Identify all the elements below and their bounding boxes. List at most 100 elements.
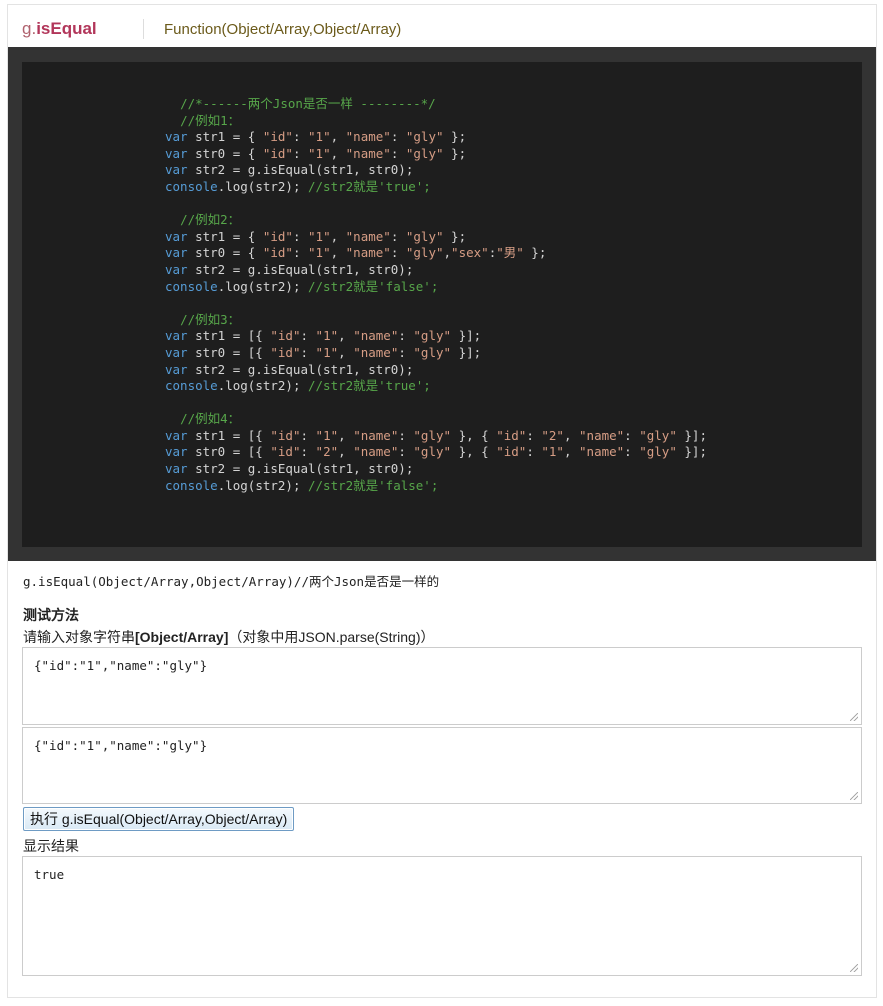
method-panel: g.isEqual Function(Object/Array,Object/A…: [7, 4, 877, 998]
code-line: var str2 = g.isEqual(str1, str0);: [165, 362, 707, 379]
code-token: "id": [270, 328, 301, 344]
code-token: ,: [330, 129, 346, 145]
code-token: }];: [451, 328, 482, 344]
code-token: str1 = {: [187, 129, 263, 145]
code-token: "name": [579, 444, 625, 460]
code-token: "gly": [413, 444, 452, 460]
object-input-2[interactable]: {"id":"1","name":"gly"}: [22, 727, 862, 804]
code-token: ,: [330, 145, 346, 161]
code-token: var: [165, 328, 188, 344]
code-line: var str0 = { "id": "1", "name": "gly","s…: [165, 245, 707, 262]
code-token: "2": [315, 444, 339, 460]
code-token: str1 = [{: [187, 328, 271, 344]
run-button[interactable]: 执行 g.isEqual(Object/Array,Object/Array): [23, 807, 295, 831]
code-line: //例如2：: [165, 212, 707, 229]
code-token: ,: [338, 444, 354, 460]
code-token: str0 = [{: [187, 344, 271, 360]
code-token: "1": [308, 245, 331, 261]
code-line: var str2 = g.isEqual(str1, str0);: [165, 262, 707, 279]
code-token: :: [398, 444, 414, 460]
code-token: :: [526, 427, 542, 443]
code-token: :: [624, 444, 640, 460]
code-token: var: [165, 461, 188, 477]
method-description: g.isEqual(Object/Array,Object/Array)//两个…: [23, 574, 440, 589]
code-token: "1": [308, 145, 331, 161]
code-token: };: [523, 245, 547, 261]
test-input-hint: 请输入对象字符串[Object/Array]（对象中用JSON.parse(St…: [23, 627, 435, 647]
hint-prefix: 请输入对象字符串: [23, 629, 135, 645]
code-token: }];: [676, 427, 707, 443]
code-token: console: [165, 278, 218, 294]
object-input-1[interactable]: {"id":"1","name":"gly"}: [22, 647, 862, 725]
code-token: };: [443, 228, 467, 244]
code-token: "2": [541, 427, 564, 443]
code-token: "1": [315, 427, 339, 443]
code-token: str2 = g.isEqual(str1, str0);: [187, 461, 414, 477]
code-line: //例如3：: [165, 312, 707, 329]
result-output[interactable]: true: [22, 856, 862, 976]
code-token: :: [390, 245, 406, 261]
code-token: "gly": [413, 427, 452, 443]
code-token: :: [398, 344, 414, 360]
code-token: str2 = g.isEqual(str1, str0);: [187, 261, 414, 277]
code-token: }];: [676, 444, 707, 460]
code-token: //str2就是'true';: [308, 378, 431, 394]
method-header: g.isEqual Function(Object/Array,Object/A…: [8, 5, 876, 47]
code-token: :: [390, 228, 406, 244]
code-token: "1": [308, 228, 331, 244]
code-token: var: [165, 162, 188, 178]
code-line: console.log(str2); //str2就是'false';: [165, 279, 707, 296]
code-token: var: [165, 129, 188, 145]
code-line: //例如4：: [165, 411, 707, 428]
code-token: str2 = g.isEqual(str1, str0);: [187, 162, 414, 178]
resize-grip-icon[interactable]: [850, 964, 858, 972]
code-token: :: [526, 444, 542, 460]
code-line: console.log(str2); //str2就是'true';: [165, 179, 707, 196]
code-token: "name": [345, 145, 391, 161]
code-token: ,: [563, 444, 580, 460]
code-token: :: [292, 145, 309, 161]
code-line: var str1 = { "id": "1", "name": "gly" };: [165, 229, 707, 246]
code-token: "sex": [451, 245, 489, 261]
code-token: :: [300, 344, 316, 360]
hint-type: [Object/Array]: [135, 629, 229, 645]
hint-suffix: （对象中用JSON.parse(String)）: [228, 629, 435, 645]
code-token: str0 = {: [187, 145, 263, 161]
code-token: :: [292, 129, 309, 145]
resize-grip-icon[interactable]: [850, 792, 858, 800]
code-token: "gly": [413, 344, 452, 360]
code-token: "name": [345, 228, 391, 244]
code-token: "id": [270, 427, 301, 443]
code-token: :: [624, 427, 640, 443]
code-token: ,: [338, 427, 354, 443]
code-token: ,: [330, 245, 346, 261]
code-token: "name": [579, 427, 625, 443]
code-token: "gly": [405, 129, 444, 145]
resize-grip-icon[interactable]: [850, 713, 858, 721]
code-token: str1 = [{: [187, 427, 271, 443]
code-token: }, {: [451, 444, 497, 460]
code-token: "name": [345, 129, 391, 145]
code-token: var: [165, 261, 188, 277]
code-token: .log(str2);: [217, 278, 308, 294]
code-token: "name": [353, 344, 399, 360]
code-token: }];: [451, 344, 482, 360]
code-token: :: [292, 228, 309, 244]
code-line: var str1 = { "id": "1", "name": "gly" };: [165, 129, 707, 146]
code-token: ,: [338, 344, 354, 360]
code-token: //例如2：: [180, 212, 241, 228]
code-token: console: [165, 378, 218, 394]
code-token: "1": [315, 344, 339, 360]
code-token: var: [165, 361, 188, 377]
code-token: var: [165, 228, 188, 244]
code-token: //str2就是'false';: [308, 477, 439, 493]
code-line: //*------两个Json是否一样 --------*/: [165, 96, 707, 113]
code-token: //*------两个Json是否一样 --------*/: [180, 96, 436, 111]
method-namespace: g.: [22, 19, 37, 38]
code-token: "1": [541, 444, 564, 460]
code-token: .log(str2);: [217, 477, 308, 493]
code-line: var str0 = [{ "id": "1", "name": "gly" }…: [165, 345, 707, 362]
method-name: isEqual: [36, 19, 97, 38]
